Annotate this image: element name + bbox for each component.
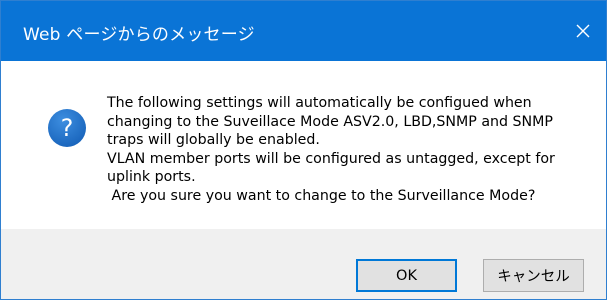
message-line: Are you sure you want to change to the S… bbox=[107, 187, 536, 204]
message-dialog: Web ページからのメッセージ ? The following settings… bbox=[0, 0, 607, 300]
message-text: The following settings will automaticall… bbox=[107, 94, 577, 206]
close-icon bbox=[576, 24, 590, 38]
title-bar[interactable]: Web ページからのメッセージ bbox=[1, 1, 606, 61]
message-line: VLAN member ports will be configured as … bbox=[107, 150, 555, 167]
message-line: changing to the Suveillace Mode ASV2.0, … bbox=[107, 113, 553, 130]
message-line: uplink ports. bbox=[107, 169, 196, 186]
dialog-content: ? The following settings will automatica… bbox=[1, 61, 606, 229]
cancel-button[interactable]: キャンセル bbox=[483, 259, 584, 292]
button-bar: OK キャンセル bbox=[1, 229, 606, 299]
message-line: traps will globally be enabled. bbox=[107, 132, 320, 149]
question-icon: ? bbox=[48, 109, 86, 147]
svg-text:?: ? bbox=[61, 114, 74, 142]
message-line: The following settings will automaticall… bbox=[107, 95, 532, 111]
close-button[interactable] bbox=[560, 1, 606, 61]
ok-button[interactable]: OK bbox=[356, 259, 457, 292]
dialog-title: Web ページからのメッセージ bbox=[23, 25, 255, 45]
